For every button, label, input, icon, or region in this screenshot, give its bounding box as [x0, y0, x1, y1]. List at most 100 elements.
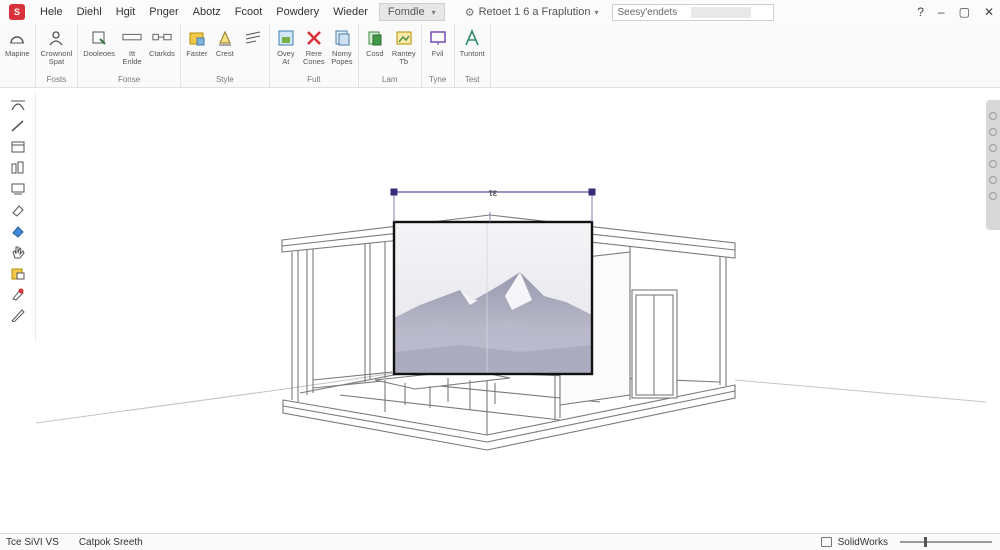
sketch-rectangle-tool[interactable] [7, 138, 29, 156]
cad-application-window: S Hele Diehl Hgit Pnger Abotz Fcoot Powd… [0, 0, 1000, 550]
folder-icon [187, 28, 207, 48]
columns-icon [11, 161, 23, 174]
status-left-text: Tce SiVI VS [6, 536, 59, 548]
menu-item-2[interactable]: Diehl [70, 0, 109, 24]
rectangle-icon [122, 28, 142, 48]
active-tab-dropdown[interactable]: Fomdle ▾ [378, 3, 445, 21]
ribbon-group-lam: Cosd Rantey Tb Lam [359, 24, 422, 87]
sketch-erase-tool[interactable] [7, 201, 29, 219]
sketch-line-tool[interactable] [7, 117, 29, 135]
chevron-down-icon: ▾ [431, 8, 436, 17]
sketch-slot-tool[interactable] [7, 159, 29, 177]
marker-icon [11, 288, 24, 301]
ribbon-group-fult: Ovey At Rere Cones Nomy Popes Fult [270, 24, 359, 87]
menu-item-6[interactable]: Fcoot [228, 0, 270, 24]
screen-icon [428, 28, 448, 48]
ribbon-tool-tuntont[interactable]: Tuntont [458, 28, 487, 74]
ribbon-tool-nomy[interactable]: Nomy Popes [329, 28, 355, 74]
dimension-handle-right[interactable] [588, 188, 596, 196]
ribbon-tool-crest[interactable]: Crest [212, 28, 238, 74]
window-icon [11, 141, 24, 153]
menu-item-7[interactable]: Powdery [269, 0, 326, 24]
text-a-icon [462, 28, 482, 48]
link-icon [152, 28, 172, 48]
monitor-icon [11, 183, 24, 195]
close-icon [304, 28, 324, 48]
help-icon[interactable]: ? [917, 5, 924, 19]
ribbon-group-fosts: Crownonl Spat Fosts [36, 24, 79, 87]
window-controls: ? – ▢ ✕ [917, 0, 994, 24]
chevron-down-icon: ▾ [594, 7, 599, 17]
sketch-folder-tool[interactable] [7, 264, 29, 282]
search-input[interactable]: Seesy'endets [612, 3, 775, 21]
task-pane-button-2[interactable] [989, 128, 997, 136]
ribbon-tool-mapine[interactable]: Mapine [3, 28, 32, 74]
person-icon [46, 28, 66, 48]
copy-icon [365, 28, 385, 48]
maximize-icon[interactable]: ▢ [959, 5, 970, 19]
sketch-arc-tool[interactable] [7, 96, 29, 114]
ribbon-tool-dooleoes[interactable]: Dooleoes [81, 28, 117, 74]
zoom-slider[interactable] [900, 537, 992, 547]
zoom-slider-thumb[interactable] [924, 537, 927, 547]
search-highlight [691, 6, 752, 18]
ribbon-tool-crownonl[interactable]: Crownonl Spat [39, 28, 75, 74]
sketch-pen-tool[interactable] [7, 306, 29, 324]
menu-item-1[interactable]: Hele [33, 0, 70, 24]
ribbon-tool-ctarkds[interactable]: Ctarkds [147, 28, 177, 74]
model-viewport: τε [36, 188, 986, 451]
app-logo-icon[interactable]: S [9, 4, 25, 20]
ribbon-group-fonse: Dooleoes Itt Enlde Ctarkds Fonse [78, 24, 181, 87]
ribbon-tool-faster[interactable]: Faster [184, 28, 210, 74]
pencil-icon [10, 120, 24, 132]
ribbon-tool-rere[interactable]: Rere Cones [301, 28, 327, 74]
stack-icon [89, 28, 109, 48]
ribbon-tool-fvil[interactable]: Fvil [425, 28, 451, 74]
sketch-fill-tool[interactable] [7, 222, 29, 240]
graphics-area[interactable]: τε [36, 88, 986, 533]
minimize-icon[interactable]: – [938, 5, 945, 19]
arc-icon [7, 28, 27, 48]
status-sketch-text: Catpok Sreeth [78, 536, 143, 548]
ribbon-group-sketch: Mapine [0, 24, 36, 87]
status-right: SolidWorks [820, 534, 992, 550]
eraser-icon [11, 205, 24, 217]
ribbon-tool-ovey[interactable]: Ovey At [273, 28, 299, 74]
ribbon-tool-lines[interactable] [240, 28, 266, 74]
ribbon-group-tyne: Fvil Tyne [422, 24, 455, 87]
image-icon [394, 28, 414, 48]
status-bar: Tce SiVI VS Catpok Sreeth SolidWorks [0, 533, 1000, 550]
left-toolbar [0, 92, 36, 342]
menu-item-5[interactable]: Abotz [186, 0, 228, 24]
arc-icon [10, 100, 25, 111]
grid-icon [276, 28, 296, 48]
menu-item-8[interactable]: Wieder [326, 0, 375, 24]
task-pane-button-4[interactable] [989, 160, 997, 168]
ribbon-tool-rantey[interactable]: Rantey Tb [390, 28, 418, 74]
task-pane-button-6[interactable] [989, 192, 997, 200]
sketch-monitor-tool[interactable] [7, 180, 29, 198]
sketch-marker-tool[interactable] [7, 285, 29, 303]
task-pane-button-3[interactable] [989, 144, 997, 152]
search-placeholder: Seesy'endets [617, 6, 678, 18]
app-status-icon [820, 537, 832, 547]
menu-bar: S Hele Diehl Hgit Pnger Abotz Fcoot Powd… [0, 0, 1000, 24]
active-tab-label: Fomdle [387, 6, 425, 18]
ribbon-tool-enlde[interactable]: Itt Enlde [119, 28, 145, 74]
pen-icon [215, 28, 235, 48]
status-app-name: SolidWorks [837, 536, 888, 548]
dimension-value[interactable]: τε [489, 188, 498, 199]
ribbon-tool-cosd[interactable]: Cosd [362, 28, 388, 74]
dimension-handle-left[interactable] [390, 188, 398, 196]
document-title[interactable]: ⚙ Retoet 1 6 a Fraplution ▾ [465, 6, 599, 19]
selected-image-plane[interactable] [392, 220, 594, 376]
task-pane-button-5[interactable] [989, 176, 997, 184]
pages-icon [332, 28, 352, 48]
close-window-icon[interactable]: ✕ [984, 5, 994, 19]
menu-item-3[interactable]: Hgit [109, 0, 143, 24]
sketch-pan-tool[interactable] [7, 243, 29, 261]
task-pane-button-1[interactable] [989, 112, 997, 120]
menu-item-4[interactable]: Pnger [142, 0, 185, 24]
ribbon-group-test: Tuntont Test [455, 24, 491, 87]
configuration-icon: ⚙ [464, 6, 475, 19]
